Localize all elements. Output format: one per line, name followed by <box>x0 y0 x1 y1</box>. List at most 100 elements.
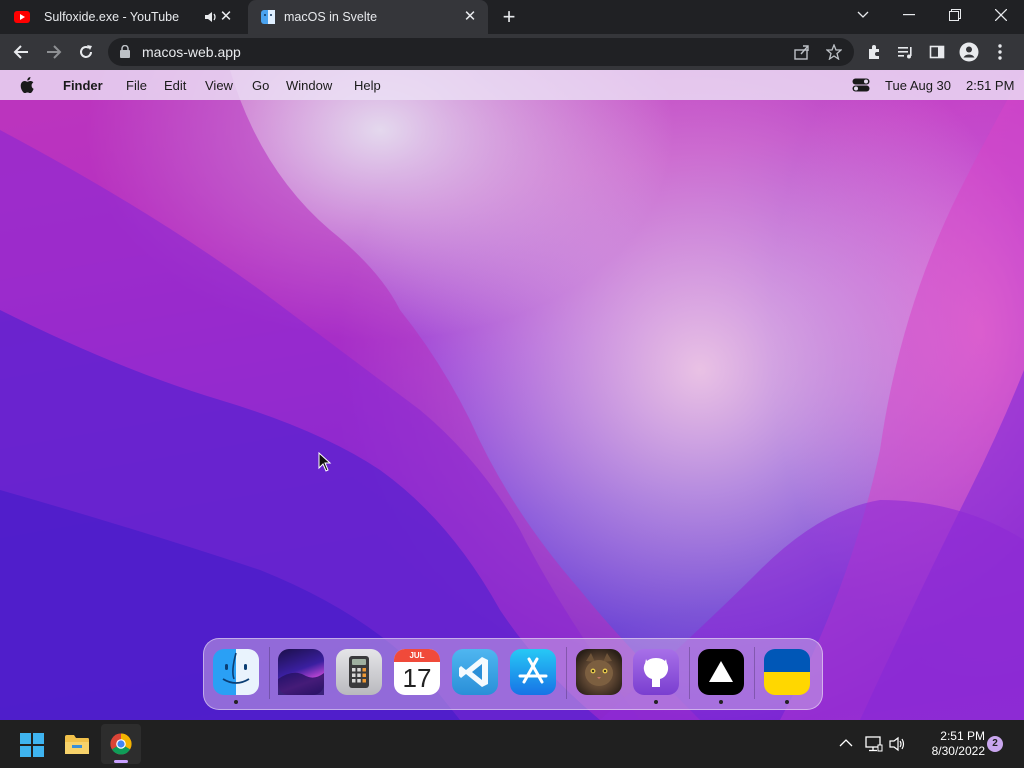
running-indicator <box>785 700 789 704</box>
volume-icon[interactable] <box>889 736 907 752</box>
menu-app-name[interactable]: Finder <box>63 78 103 93</box>
speaker-icon[interactable] <box>204 10 218 24</box>
dock-wallpapers[interactable] <box>278 649 324 695</box>
notification-badge[interactable]: 2 <box>987 736 1003 752</box>
tab-youtube[interactable]: Sulfoxide.exe - YouTube ✕ <box>0 0 244 34</box>
minimize-button[interactable] <box>886 0 932 30</box>
dock-vercel[interactable] <box>698 649 744 695</box>
control-center-icon[interactable] <box>852 78 870 92</box>
chrome-icon <box>110 733 132 755</box>
close-window-button[interactable] <box>978 0 1024 30</box>
start-button[interactable] <box>20 733 44 757</box>
forward-button[interactable] <box>42 40 66 64</box>
macos-menubar: Finder File Edit View Go Window Help Tue… <box>0 70 1024 100</box>
reload-button[interactable] <box>74 40 98 64</box>
menu-view[interactable]: View <box>205 78 233 93</box>
windows-logo-icon <box>20 733 44 757</box>
close-tab-icon[interactable]: ✕ <box>218 9 234 25</box>
share-icon[interactable] <box>794 44 810 60</box>
address-bar[interactable]: macos-web.app <box>108 38 854 66</box>
dock-separator <box>689 647 690 699</box>
tab-title: macOS in Svelte <box>284 10 378 24</box>
dock-separator <box>269 647 270 699</box>
puzzle-icon <box>869 45 879 59</box>
chrome-taskbar-button[interactable] <box>101 724 141 764</box>
app-store-icon <box>518 657 548 684</box>
close-icon <box>995 9 1007 21</box>
taskbar-time: 2:51 PM <box>940 729 985 743</box>
calculator-icon <box>349 656 369 688</box>
calendar-month: JUL <box>394 649 440 662</box>
close-tab-icon[interactable]: ✕ <box>462 9 478 25</box>
menubar-date[interactable]: Tue Aug 30 <box>885 78 951 93</box>
network-icon[interactable] <box>865 736 883 752</box>
url-text: macos-web.app <box>142 44 241 60</box>
arrow-right-icon <box>47 45 62 59</box>
wallpaper <box>0 70 1024 720</box>
chevron-down-icon <box>857 11 869 18</box>
reload-icon <box>80 45 92 58</box>
dock: JUL 17 <box>203 638 823 710</box>
dock-separator <box>754 647 755 699</box>
taskbar-date: 8/30/2022 <box>931 744 985 758</box>
file-explorer-button[interactable] <box>64 733 90 755</box>
menu-button[interactable] <box>988 40 1012 64</box>
extensions-button[interactable] <box>862 40 886 64</box>
media-control-button[interactable] <box>893 40 917 64</box>
new-tab-button[interactable]: + <box>498 6 520 28</box>
cat-icon <box>585 653 613 686</box>
calendar-day: 17 <box>402 663 432 693</box>
menu-edit[interactable]: Edit <box>164 78 186 93</box>
dock-cat-photo[interactable] <box>576 649 622 695</box>
tab-search-button[interactable] <box>840 0 886 30</box>
finder-icon <box>222 652 250 684</box>
avatar-icon <box>959 42 979 62</box>
profile-button[interactable] <box>957 40 981 64</box>
active-app-indicator <box>114 760 128 763</box>
chevron-up-icon[interactable] <box>839 738 853 748</box>
bookmark-star-icon[interactable] <box>826 44 842 60</box>
menu-window[interactable]: Window <box>286 78 332 93</box>
dock-calculator[interactable] <box>336 649 382 695</box>
side-panel-icon <box>929 45 945 59</box>
youtube-icon <box>14 11 30 23</box>
browser-toolbar: macos-web.app <box>0 34 1024 70</box>
clock[interactable]: 2:51 PM 8/30/2022 <box>915 729 985 759</box>
media-queue-icon <box>898 47 912 59</box>
dock-vscode[interactable] <box>452 649 498 695</box>
wallpaper-app-icon <box>278 672 324 695</box>
restore-button[interactable] <box>932 0 978 30</box>
vscode-icon <box>459 657 488 687</box>
tab-macos[interactable]: macOS in Svelte ✕ <box>248 0 488 34</box>
apple-logo-icon[interactable] <box>20 77 34 93</box>
dock-github[interactable] <box>633 649 679 695</box>
running-indicator <box>654 700 658 704</box>
running-indicator <box>234 700 238 704</box>
dock-app-store[interactable] <box>510 649 556 695</box>
finder-icon <box>261 10 275 24</box>
github-icon <box>643 658 669 687</box>
back-button[interactable] <box>9 40 33 64</box>
minimize-icon <box>903 14 915 16</box>
triangle-icon <box>709 661 733 682</box>
tab-strip: Sulfoxide.exe - YouTube ✕ macOS in Svelt… <box>0 0 1024 34</box>
running-indicator <box>719 700 723 704</box>
mouse-pointer-icon <box>318 452 332 472</box>
folder-icon <box>65 735 89 754</box>
windows-taskbar: 2:51 PM 8/30/2022 2 <box>0 720 1024 768</box>
menu-help[interactable]: Help <box>354 78 381 93</box>
dock-finder[interactable] <box>213 649 259 695</box>
more-vertical-icon <box>998 44 1002 60</box>
restore-icon <box>949 9 961 21</box>
dock-calendar[interactable]: JUL 17 <box>394 649 440 695</box>
menu-file[interactable]: File <box>126 78 147 93</box>
tab-title: Sulfoxide.exe - YouTube <box>44 10 180 24</box>
lock-icon <box>120 45 130 58</box>
menu-go[interactable]: Go <box>252 78 269 93</box>
arrow-left-icon <box>13 45 28 59</box>
macos-desktop: Finder File Edit View Go Window Help Tue… <box>0 70 1024 720</box>
dock-ukraine[interactable] <box>764 649 810 695</box>
dock-separator <box>566 647 567 699</box>
side-panel-button[interactable] <box>925 40 949 64</box>
menubar-time[interactable]: 2:51 PM <box>966 78 1014 93</box>
